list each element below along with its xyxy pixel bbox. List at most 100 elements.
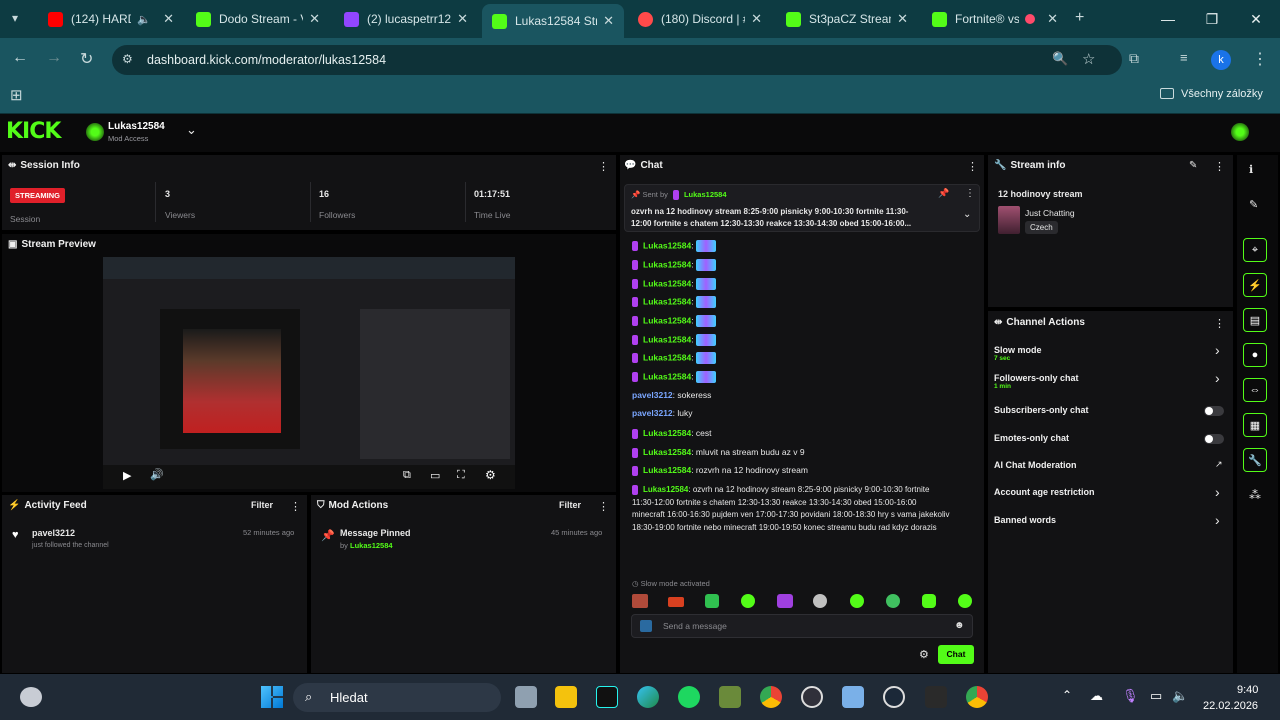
emote-button[interactable]	[741, 594, 755, 608]
clock-time[interactable]: 9:40	[1237, 684, 1258, 696]
chat-username[interactable]: Lukas12584	[643, 352, 691, 362]
chat-username[interactable]: Lukas12584	[643, 465, 691, 475]
rail-chat-icon[interactable]: ●	[1243, 343, 1267, 367]
chrome-profile-icon[interactable]	[966, 686, 988, 708]
close-tab-icon[interactable]: ✕	[1047, 11, 1058, 27]
new-tab-icon[interactable]: +	[1075, 9, 1084, 27]
apps-grid-icon[interactable]: ⊞	[10, 86, 23, 104]
close-tab-icon[interactable]: ✕	[751, 11, 762, 27]
close-tab-icon[interactable]: ✕	[603, 13, 614, 29]
minecraft-icon[interactable]	[719, 686, 741, 708]
chat-username[interactable]: pavel3212	[632, 390, 673, 400]
channel-avatar[interactable]	[86, 123, 104, 141]
tab-discord[interactable]: (180) Discord | # ✕	[628, 4, 772, 34]
chat-username[interactable]: Lukas12584	[643, 296, 691, 306]
weather-icon[interactable]	[20, 687, 42, 707]
panel-menu-icon[interactable]: ⋮	[598, 160, 609, 173]
rail-lightning-icon[interactable]: ⚡	[1243, 273, 1267, 297]
chat-username[interactable]: pavel3212	[632, 408, 673, 418]
back-icon[interactable]: ←	[12, 49, 28, 67]
close-window-icon[interactable]: ✕	[1234, 0, 1278, 38]
external-link-icon[interactable]: ↗	[1215, 459, 1223, 470]
edge-icon[interactable]	[637, 686, 659, 708]
zoom-icon[interactable]: 🔍	[1052, 51, 1068, 67]
panel-menu-icon[interactable]: ⋮	[290, 500, 301, 513]
close-tab-icon[interactable]: ✕	[897, 11, 908, 27]
tray-display-icon[interactable]: ▭	[1150, 688, 1162, 704]
tiktok-icon[interactable]	[596, 686, 618, 708]
restore-icon[interactable]: ❐	[1190, 0, 1234, 38]
close-tab-icon[interactable]: ✕	[163, 11, 174, 27]
activity-filter-button[interactable]: Filter	[251, 500, 273, 510]
emoji-icon[interactable]: ☻	[954, 620, 965, 631]
notepad-icon[interactable]	[842, 686, 864, 708]
panel-menu-icon[interactable]: ⋮	[598, 500, 609, 513]
pip-icon[interactable]: ⧉	[403, 469, 411, 482]
chevron-right-icon[interactable]: ›	[1215, 370, 1220, 386]
media-icon[interactable]: ≡	[1180, 50, 1188, 65]
expand-pinned-chevron-icon[interactable]: ⌄	[963, 209, 971, 220]
tray-mic-icon[interactable]: 🎙	[1122, 688, 1139, 704]
channel-switch-chevron-icon[interactable]: ⌄	[186, 122, 197, 138]
tab-youtube[interactable]: (124) HARD 🔈 ✕	[38, 4, 184, 34]
rail-broadcast-icon[interactable]: ⇔	[1243, 378, 1267, 402]
tab-st3pacz[interactable]: St3paCZ Stream ✕	[776, 4, 918, 34]
chevron-right-icon[interactable]: ›	[1215, 342, 1220, 358]
kick-logo[interactable]: KICK	[6, 119, 61, 144]
emote-button[interactable]	[668, 597, 684, 607]
tray-chevron-icon[interactable]: ⌃	[1062, 688, 1072, 702]
rail-crosshair-icon[interactable]: ⌖	[1243, 238, 1267, 262]
volume-icon[interactable]: 🔊	[150, 468, 164, 481]
fullscreen-icon[interactable]: ⛶	[457, 469, 465, 482]
task-view-icon[interactable]	[515, 686, 537, 708]
info-icon[interactable]: ℹ	[1249, 163, 1253, 176]
tab-fortnite[interactable]: Fortnite® vs ✕	[922, 4, 1068, 34]
theater-icon[interactable]: ▭	[430, 469, 440, 482]
chat-username[interactable]: Lukas12584	[643, 240, 691, 250]
minimize-icon[interactable]: —	[1146, 0, 1190, 38]
close-tab-icon[interactable]: ✕	[457, 11, 468, 27]
unpin-icon[interactable]: 📌	[938, 188, 949, 199]
site-info-icon[interactable]: ⚙	[122, 52, 133, 66]
pinned-menu-icon[interactable]: ⋮	[965, 188, 975, 199]
emote-button[interactable]	[705, 594, 719, 608]
chat-username[interactable]: Lukas12584	[643, 371, 691, 381]
edit-icon[interactable]: ✎	[1249, 198, 1258, 211]
forward-icon[interactable]: →	[46, 49, 62, 67]
clock-date[interactable]: 22.02.2026	[1203, 700, 1258, 712]
settings-gear-icon[interactable]: ⚙	[485, 468, 496, 482]
tab-search-icon[interactable]: ▾	[12, 11, 18, 25]
user-avatar[interactable]	[1231, 123, 1249, 141]
emote-button[interactable]	[922, 594, 936, 608]
profile-avatar[interactable]: k	[1211, 50, 1231, 70]
obs-icon[interactable]	[801, 686, 823, 708]
chat-username[interactable]: Lukas12584	[643, 334, 691, 344]
emote-button[interactable]	[777, 594, 793, 608]
stream-video[interactable]: ▶ 🔊 ⧉ ▭ ⛶ ⚙	[103, 257, 515, 489]
menu-dots-icon[interactable]: ⋮	[1252, 49, 1268, 69]
file-explorer-icon[interactable]	[555, 686, 577, 708]
panel-menu-icon[interactable]: ⋮	[967, 160, 978, 173]
extensions-icon[interactable]: ⧉	[1129, 50, 1139, 67]
send-chat-button[interactable]: Chat	[938, 645, 974, 664]
panel-menu-icon[interactable]: ⋮	[1214, 317, 1225, 330]
rail-wrench-icon[interactable]: 🔧	[1243, 448, 1267, 472]
epic-games-icon[interactable]	[925, 686, 947, 708]
chat-username[interactable]: Lukas12584	[643, 315, 691, 325]
url-omnibox[interactable]: ⚙ dashboard.kick.com/moderator/lukas1258…	[112, 45, 1122, 75]
chrome-icon[interactable]	[760, 686, 782, 708]
tray-cloud-icon[interactable]: ☁	[1090, 688, 1103, 704]
rail-share-icon[interactable]: ⁂	[1249, 488, 1261, 502]
category-name[interactable]: Just Chatting	[1025, 208, 1075, 218]
tab-twitch[interactable]: (2) lucaspetrr12 ✕	[334, 4, 478, 34]
chat-settings-gear-icon[interactable]: ⚙	[919, 648, 929, 661]
play-icon[interactable]: ▶	[123, 469, 131, 482]
emote-button[interactable]	[886, 594, 900, 608]
taskbar-search[interactable]: ⌕ Hledat	[293, 683, 501, 712]
rail-calendar-icon[interactable]: ▦	[1243, 413, 1267, 437]
emote-button[interactable]	[632, 594, 648, 608]
rail-document-icon[interactable]: ▤	[1243, 308, 1267, 332]
steam-icon[interactable]	[883, 686, 905, 708]
close-tab-icon[interactable]: ✕	[309, 11, 320, 27]
mod-actions-filter-button[interactable]: Filter	[559, 500, 581, 510]
